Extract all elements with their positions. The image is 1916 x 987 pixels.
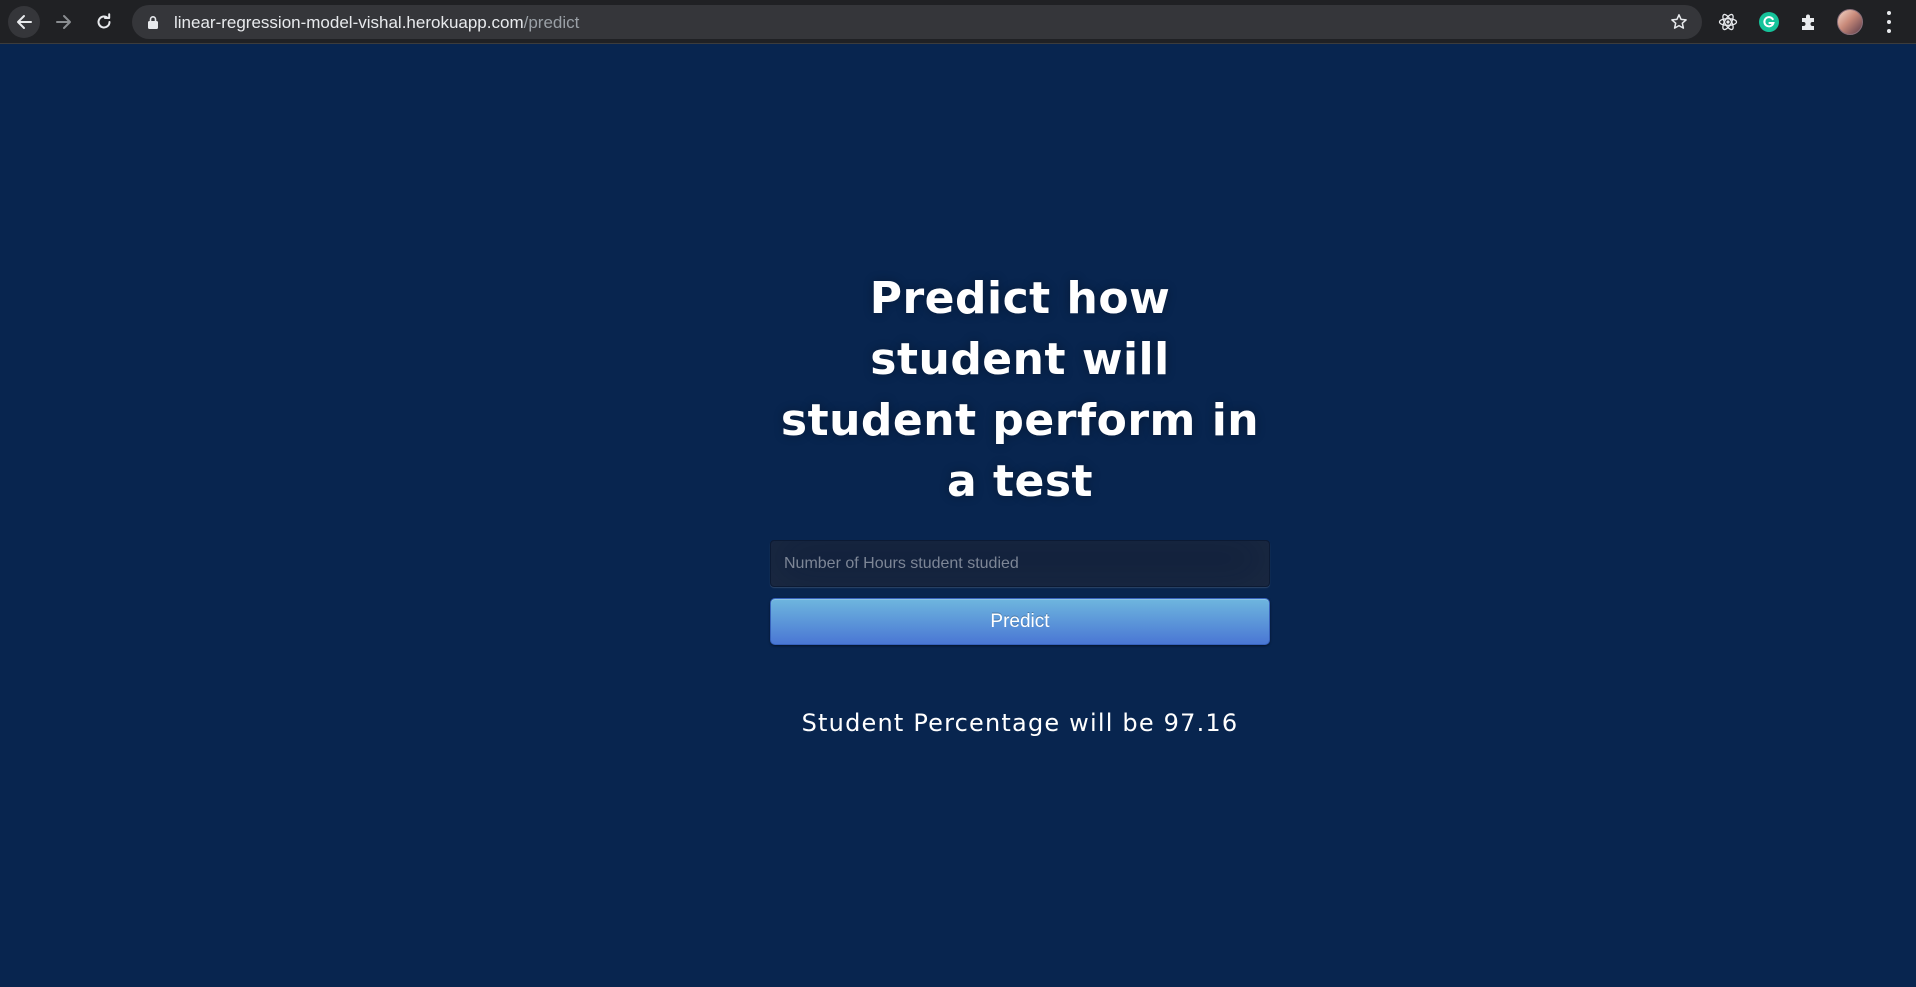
reload-button[interactable] bbox=[88, 6, 120, 38]
back-button[interactable] bbox=[8, 6, 40, 38]
hours-studied-input[interactable] bbox=[770, 540, 1270, 587]
bookmark-star-icon[interactable] bbox=[1670, 13, 1688, 31]
page-title: Predict how student will student perform… bbox=[780, 273, 1260, 507]
lock-icon bbox=[148, 16, 158, 29]
arrow-right-icon bbox=[56, 15, 71, 29]
prediction-result: Student Percentage will be 97.16 bbox=[801, 709, 1239, 737]
predict-button[interactable]: Predict bbox=[770, 598, 1270, 645]
extensions-puzzle-icon[interactable] bbox=[1798, 11, 1820, 33]
url-path: /predict bbox=[523, 13, 580, 32]
prediction-form: Predict how student will student perform… bbox=[770, 268, 1270, 737]
arrow-left-icon bbox=[17, 15, 32, 29]
reload-icon bbox=[97, 13, 111, 29]
menu-dot bbox=[1887, 11, 1891, 15]
react-devtools-icon[interactable] bbox=[1717, 11, 1739, 33]
forward-button[interactable] bbox=[48, 6, 80, 38]
address-bar[interactable]: linear-regression-model-vishal.herokuapp… bbox=[132, 5, 1702, 39]
url-text: linear-regression-model-vishal.herokuapp… bbox=[174, 13, 579, 33]
url-host: linear-regression-model-vishal.herokuapp… bbox=[174, 13, 524, 32]
page-body: Predict how student will student perform… bbox=[0, 44, 1916, 987]
menu-dot bbox=[1887, 20, 1891, 24]
browser-toolbar: linear-regression-model-vishal.herokuapp… bbox=[0, 0, 1916, 44]
profile-avatar[interactable] bbox=[1837, 9, 1863, 35]
menu-dot bbox=[1887, 29, 1891, 33]
grammarly-icon[interactable] bbox=[1758, 11, 1780, 33]
browser-menu-icon[interactable] bbox=[1882, 11, 1896, 33]
